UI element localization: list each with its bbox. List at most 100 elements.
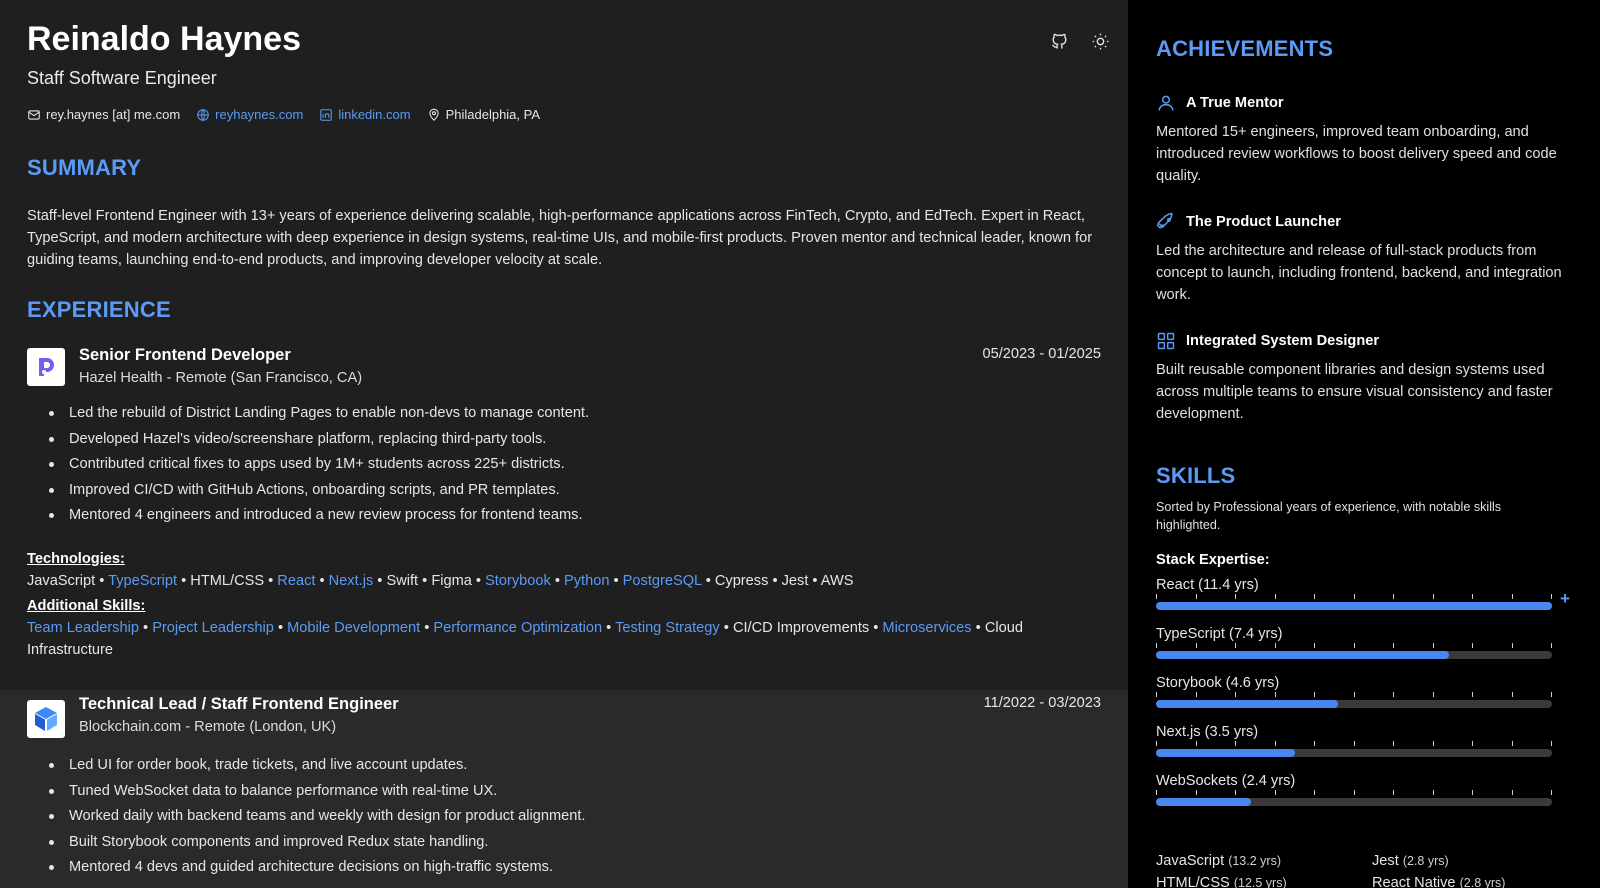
separator-dot: • xyxy=(177,573,191,589)
other-skill-years: (2.8 yrs) xyxy=(1459,876,1506,888)
separator-dot: • xyxy=(971,620,985,636)
technology-tag[interactable]: Storybook xyxy=(485,573,551,589)
tick-mark xyxy=(1156,594,1157,599)
website-link[interactable]: reyhaynes.com xyxy=(215,107,303,122)
github-button[interactable] xyxy=(1047,29,1071,53)
separator-dot: • xyxy=(264,573,278,589)
tick-mark xyxy=(1512,643,1513,648)
linkedin-contact[interactable]: linkedin.com xyxy=(319,107,411,122)
skill-tag[interactable]: Microservices xyxy=(882,620,971,636)
hazel-logo-icon xyxy=(39,358,54,376)
tick-mark xyxy=(1196,594,1197,599)
tick-mark xyxy=(1393,790,1394,795)
location-text: Philadelphia, PA xyxy=(445,107,541,122)
skills-note: Sorted by Professional years of experien… xyxy=(1156,500,1502,532)
year-ticks xyxy=(1156,790,1552,796)
separator-dot: • xyxy=(418,573,432,589)
achievement-title: The Product Launcher xyxy=(1186,214,1341,230)
separator-dot: • xyxy=(808,573,821,589)
header-actions xyxy=(1030,29,1112,53)
stack-skill-label: TypeScript (7.4 yrs) xyxy=(1156,626,1283,642)
blockchain-logo xyxy=(27,700,65,738)
other-skill: React Native (2.8 yrs) xyxy=(1372,875,1588,888)
linkedin-link[interactable]: linkedin.com xyxy=(338,107,410,122)
year-ticks xyxy=(1156,741,1552,747)
separator-dot: • xyxy=(420,620,434,636)
tick-mark xyxy=(1472,790,1473,795)
technology-tag[interactable]: Next.js xyxy=(329,573,374,589)
user-icon xyxy=(1158,95,1174,111)
achievement-text: Built reusable component libraries and d… xyxy=(1156,362,1553,422)
github-icon xyxy=(1051,33,1067,49)
tick-mark xyxy=(1196,643,1197,648)
tick-mark xyxy=(1433,741,1434,746)
separator-dot: • xyxy=(602,620,616,636)
job-title: Senior Frontend Developer xyxy=(79,346,291,364)
job-bullets: Led UI for order book, trade tickets, an… xyxy=(49,756,585,884)
other-skill: JavaScript (13.2 yrs) xyxy=(1156,853,1372,869)
tick-mark xyxy=(1196,790,1197,795)
achievement-item: A True Mentor Mentored 15+ engineers, im… xyxy=(1156,92,1576,187)
person-name: Reinaldo Haynes xyxy=(27,20,301,58)
tick-mark xyxy=(1472,692,1473,697)
achievement-text: Mentored 15+ engineers, improved team on… xyxy=(1156,124,1557,184)
technology-tag: Jest xyxy=(781,573,809,589)
technology-tag[interactable]: React xyxy=(277,573,315,589)
sun-icon xyxy=(1092,33,1108,49)
skill-tag[interactable]: Project Leadership xyxy=(152,620,274,636)
tick-mark xyxy=(1275,594,1276,599)
tick-mark xyxy=(1472,594,1473,599)
other-skill-years: (13.2 yrs) xyxy=(1228,854,1281,868)
technology-tag[interactable]: PostgreSQL xyxy=(623,573,702,589)
email-text: rey.haynes [at] me.com xyxy=(46,107,181,122)
tick-mark xyxy=(1275,643,1276,648)
website-contact[interactable]: reyhaynes.com xyxy=(196,107,303,122)
skill-bar-fill xyxy=(1156,602,1552,610)
tick-mark xyxy=(1235,594,1236,599)
skill-bar-track xyxy=(1156,651,1552,659)
other-skill-name: JavaScript xyxy=(1156,853,1229,869)
tick-mark xyxy=(1393,741,1394,746)
theme-toggle-button[interactable] xyxy=(1088,29,1112,53)
skill-tag[interactable]: Performance Optimization xyxy=(433,620,602,636)
technology-tag[interactable]: Python xyxy=(564,573,609,589)
linkedin-icon xyxy=(320,108,333,121)
stack-skill-label: WebSockets (2.4 yrs) xyxy=(1156,773,1296,789)
map-pin-icon xyxy=(428,108,439,121)
technology-tag: Figma xyxy=(431,573,472,589)
tick-mark xyxy=(1156,643,1157,648)
hazel-logo xyxy=(27,348,65,386)
skill-bar-fill xyxy=(1156,651,1449,659)
technology-tag[interactable]: TypeScript xyxy=(108,573,177,589)
overflow-plus-icon: + xyxy=(1560,589,1570,608)
separator-dot: • xyxy=(95,573,109,589)
tick-mark xyxy=(1393,692,1394,697)
separator-dot: • xyxy=(373,573,387,589)
tick-mark xyxy=(1235,692,1236,697)
job-company: Blockchain.com - Remote (London, UK) xyxy=(79,719,337,735)
tick-mark xyxy=(1354,643,1355,648)
job-dates: 11/2022 - 03/2023 xyxy=(983,695,1101,711)
skill-tag[interactable]: Team Leadership xyxy=(27,620,139,636)
job-bullet: Tuned WebSocket data to balance performa… xyxy=(49,782,585,808)
tick-mark xyxy=(1551,594,1552,599)
stack-skill-row: WebSockets (2.4 yrs) xyxy=(1156,773,1576,813)
grid-icon xyxy=(1157,332,1175,350)
separator-dot: • xyxy=(768,573,782,589)
skill-tag[interactable]: Testing Strategy xyxy=(615,620,720,636)
tick-mark xyxy=(1314,643,1315,648)
tick-mark xyxy=(1235,643,1236,648)
technology-tag: Swift xyxy=(386,573,419,589)
tick-mark xyxy=(1433,594,1434,599)
tick-mark xyxy=(1196,692,1197,697)
year-ticks xyxy=(1156,594,1552,600)
job-bullet: Built Storybook components and improved … xyxy=(49,833,585,859)
technologies-list: JavaScript • TypeScript • HTML/CSS • Rea… xyxy=(27,570,1077,592)
technologies-label: Technologies: xyxy=(27,551,125,567)
other-skill-name: Jest xyxy=(1372,853,1403,869)
skill-tag[interactable]: Mobile Development xyxy=(287,620,420,636)
summary-heading: SUMMARY xyxy=(27,155,142,180)
separator-dot: • xyxy=(471,573,486,589)
separator-dot: • xyxy=(701,573,715,589)
separator-dot: • xyxy=(719,620,733,636)
